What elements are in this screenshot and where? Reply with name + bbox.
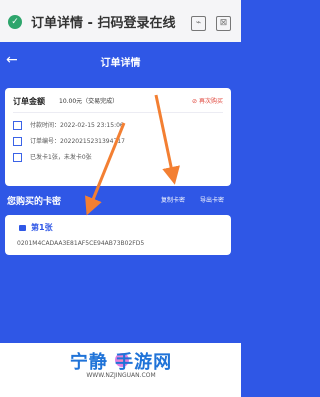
annotation-arrows (85, 94, 180, 216)
footer-brand: 宁静 手游网 (69, 352, 173, 373)
footer-url: WWW.NZJINGUAN.COM (86, 372, 156, 379)
arrow-to-copy-card (154, 94, 180, 185)
watermark-footer: 宁静 手游网 WWW.NZJINGUAN.COM (0, 343, 241, 397)
arrow-to-card-list (85, 122, 126, 216)
